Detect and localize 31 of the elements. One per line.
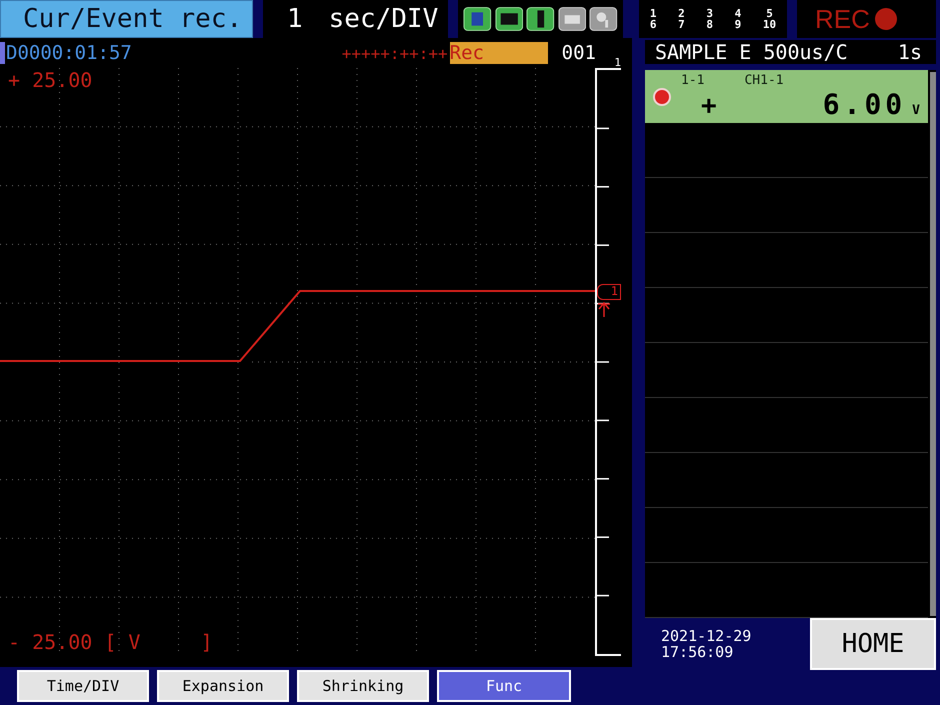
tab[interactable]: Expansion xyxy=(157,670,289,702)
channel-group-number: 2 7 xyxy=(678,8,685,30)
value-sign: + xyxy=(701,90,717,120)
scrollbar[interactable] xyxy=(930,72,936,616)
mode-label: Cur/Event rec. xyxy=(0,0,253,38)
channel-value: 6.00 xyxy=(822,88,906,120)
channel-group-number: 1 6 xyxy=(650,8,656,30)
scale-label: 1 xyxy=(614,56,621,69)
channel-number: 1-1 xyxy=(681,72,704,88)
channel-group-number: 5 10 xyxy=(762,8,776,30)
value-unit: V xyxy=(912,102,920,118)
trigger-time: +++++:++:++ xyxy=(342,44,448,62)
tab[interactable]: Func xyxy=(437,670,571,702)
channel-card[interactable]: 1-1 CH1-1 + 6.00 V xyxy=(645,70,928,123)
record-status: Rec xyxy=(450,42,548,64)
channel-group-number: 4 9 xyxy=(734,8,742,30)
tab[interactable]: Shrinking xyxy=(297,670,429,702)
clock: 2021-12-29 17:56:09 xyxy=(661,628,752,660)
home-button[interactable]: HOME xyxy=(810,618,936,670)
record-count: 001 xyxy=(562,42,596,64)
channel-name: CH1-1 xyxy=(744,72,784,88)
rec-indicator: REC xyxy=(797,0,936,38)
tab[interactable]: Time/DIV xyxy=(17,670,149,702)
channel-group-number: 3 8 xyxy=(706,8,713,30)
channel-marker: 1 xyxy=(597,284,621,300)
time-div-display: 1 sec/DIV xyxy=(263,0,448,38)
sample-mode: SAMPLE E 500us/C xyxy=(655,40,848,64)
lower-limit-label: - 25.00 [ V ] xyxy=(8,630,213,654)
sample-interval: 1s xyxy=(898,40,922,64)
trigger-arrow-icon xyxy=(598,302,610,318)
upper-limit-label: + 25.00 xyxy=(8,68,92,92)
